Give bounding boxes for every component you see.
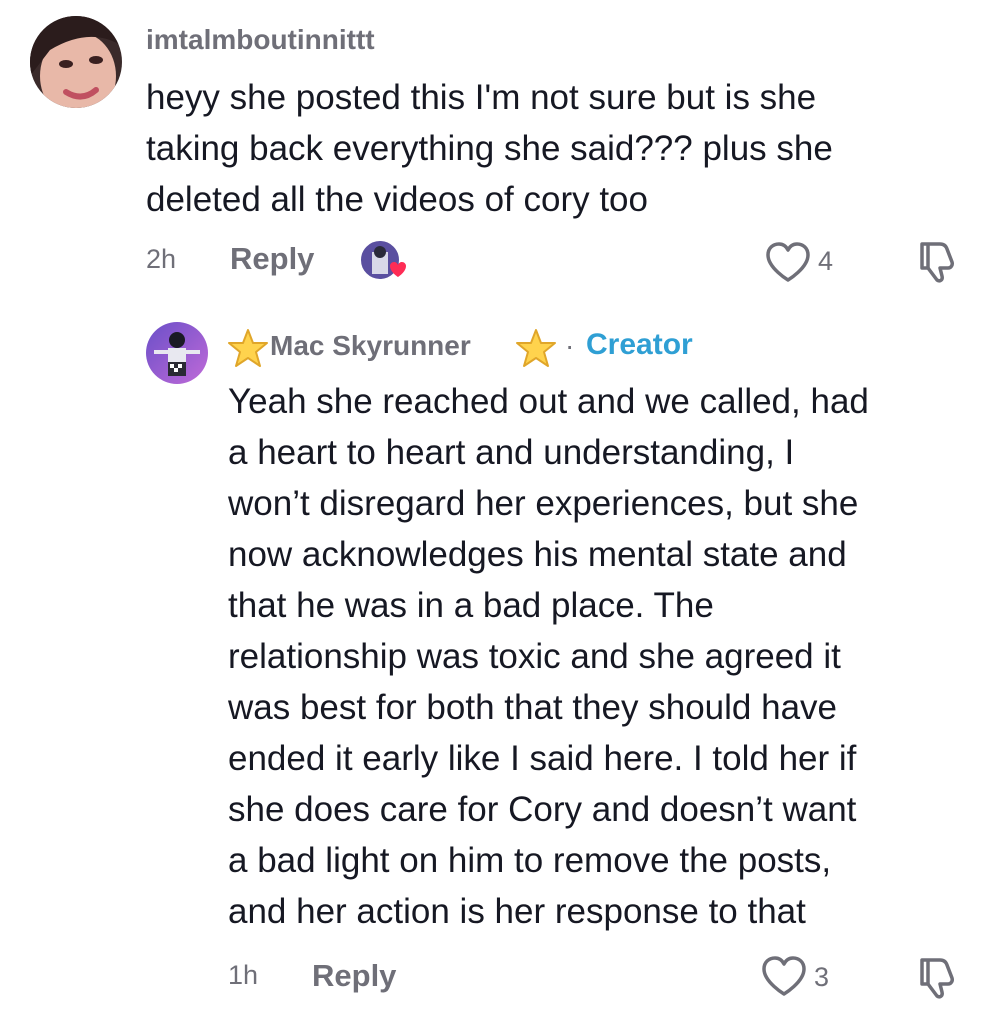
comment-line: ended it early like I said here. I told … (228, 739, 857, 778)
comment-line: deleted all the videos of cory too (146, 180, 648, 219)
comment-timestamp: 1h (228, 960, 259, 990)
avatar[interactable] (30, 16, 122, 108)
creator-liked-avatar-icon (358, 238, 410, 284)
heart-outline-icon[interactable] (760, 954, 808, 998)
separator-dot: · (565, 330, 575, 361)
like-count: 4 (818, 246, 834, 276)
comment-line: she does care for Cory and doesn’t want (228, 790, 857, 829)
comment-username[interactable]: Mac Skyrunner (270, 330, 471, 362)
comment-line: was best for both that they should have (228, 688, 837, 727)
creator-badge: Creator (586, 328, 693, 361)
like-count: 3 (814, 962, 830, 992)
thumbs-down-icon[interactable] (914, 954, 962, 1002)
comment-text: Yeah she reached out and we called, had … (228, 376, 869, 937)
reply-button[interactable]: Reply (312, 958, 396, 994)
comment-line: that he was in a bad place. The (228, 586, 714, 625)
star-emoji-icon (514, 328, 558, 368)
comment-line: a heart to heart and understanding, I (228, 433, 795, 472)
comment-line: won’t disregard her experiences, but she (228, 484, 859, 523)
comment-item: imtalmboutinnittt heyy she posted this I… (0, 0, 1001, 300)
comment-text: heyy she posted this I'm not sure but is… (146, 72, 833, 225)
comment-username[interactable]: imtalmboutinnittt (146, 24, 375, 56)
reply-comment-item: Mac Skyrunner · Creator Yeah she reached… (0, 300, 1001, 1010)
heart-outline-icon[interactable] (764, 240, 812, 284)
comment-line: relationship was toxic and she agreed it (228, 637, 841, 676)
comment-line: and her action is her response to that (228, 892, 806, 931)
comment-line: now acknowledges his mental state and (228, 535, 847, 574)
comment-line: taking back everything she said??? plus … (146, 129, 833, 168)
star-emoji-icon (226, 328, 270, 368)
avatar[interactable] (146, 322, 208, 384)
reply-button[interactable]: Reply (230, 241, 314, 277)
comment-line: heyy she posted this I'm not sure but is… (146, 78, 817, 117)
comment-line: Yeah she reached out and we called, had (228, 382, 869, 421)
comment-line: a bad light on him to remove the posts, (228, 841, 832, 880)
comment-timestamp: 2h (146, 244, 177, 274)
thumbs-down-icon[interactable] (914, 238, 962, 286)
